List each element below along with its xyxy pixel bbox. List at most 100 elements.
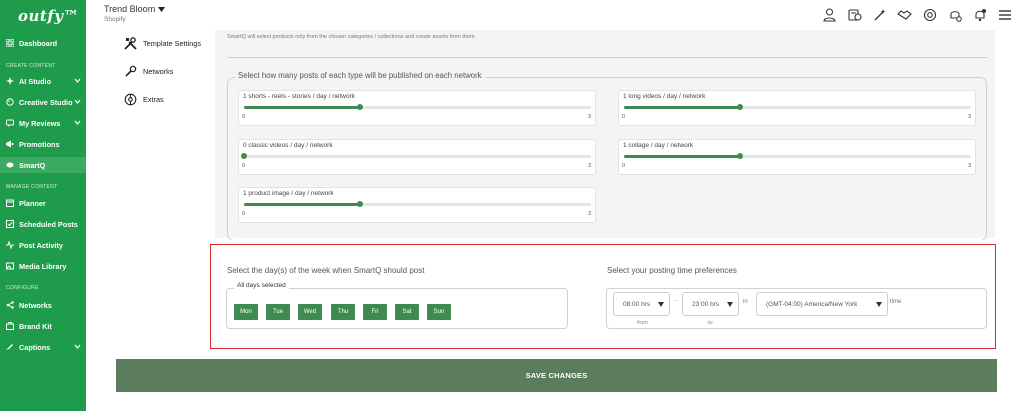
section-label-manage: MANAGE CONTENT <box>6 184 58 190</box>
settings-nav-label: Networks <box>143 66 174 76</box>
handshake-icon[interactable] <box>895 6 914 23</box>
from-caption: from <box>637 320 648 326</box>
sidebar-item-label: Dashboard <box>19 38 58 48</box>
day-button-mon[interactable]: Mon <box>234 304 258 320</box>
sidebar-item-label: Creative Studio <box>19 97 73 107</box>
menu-icon[interactable] <box>995 6 1014 23</box>
promotions-icon <box>6 140 14 148</box>
extras-icon <box>123 92 137 106</box>
store-name[interactable]: Trend Bloom <box>104 4 155 14</box>
wrench-icon <box>123 64 137 78</box>
slider-track[interactable] <box>241 153 591 159</box>
chevron-down-icon <box>74 78 81 83</box>
days-selected-label: All days selected <box>234 282 289 289</box>
sidebar-item-my-reviews[interactable]: My Reviews <box>0 115 86 131</box>
sidebar-item-dashboard[interactable]: Dashboard <box>0 35 86 51</box>
sidebar-item-label: SmartQ <box>19 160 46 170</box>
sidebar-item-creative-studio[interactable]: Creative Studio <box>0 94 86 110</box>
slider-fill <box>624 106 740 109</box>
settings-nav-networks[interactable]: Networks <box>123 64 173 78</box>
chevron-down-icon <box>876 302 882 307</box>
sidebar-item-label: Brand Kit <box>19 321 52 331</box>
sidebar-item-smartq[interactable]: SmartQ <box>0 157 86 173</box>
sidebar-item-label: Post Activity <box>19 240 63 250</box>
timezone-select[interactable]: (GMT-04:00) America/New York <box>756 292 888 316</box>
save-changes-button[interactable]: SAVE CHANGES <box>116 359 997 392</box>
days-title: Select the day(s) of the week when Smart… <box>227 266 425 275</box>
sidebar-item-label: Media Library <box>19 261 67 271</box>
sidebar-item-scheduled-posts[interactable]: Scheduled Posts <box>0 216 86 232</box>
settings-nav-label: Template Settings <box>143 38 202 48</box>
caret-down-icon[interactable] <box>158 7 165 12</box>
day-button-sun[interactable]: Sun <box>427 304 451 320</box>
slider-thumb[interactable] <box>241 153 247 159</box>
support-icon[interactable] <box>920 6 939 23</box>
slider-label: 0 classic videos / day / network <box>243 142 333 149</box>
slider-min: 0 <box>242 211 246 217</box>
in-label: in <box>743 299 748 305</box>
slider-fill <box>624 155 740 158</box>
to-time-select[interactable]: 23:00 hrs <box>682 292 739 316</box>
settings-nav-extras[interactable]: Extras <box>123 92 164 106</box>
slider-track[interactable] <box>244 104 591 110</box>
day-button-sat[interactable]: Sat <box>395 304 419 320</box>
top-bar: Trend Bloom Shopify <box>86 0 1024 30</box>
slider-label: 1 collage / day / network <box>623 142 694 149</box>
posts-per-network-title: Select how many posts of each type will … <box>235 71 485 80</box>
sidebar-item-captions[interactable]: Captions <box>0 339 86 355</box>
chevron-down-icon <box>727 302 733 307</box>
brand-logo[interactable]: outfy™ <box>18 7 79 25</box>
divider <box>227 57 987 58</box>
captions-icon <box>6 343 14 351</box>
time-range-dash: - <box>675 298 677 304</box>
slider-max: 3 <box>967 163 971 169</box>
tools-icon <box>123 36 137 50</box>
ai-studio-icon <box>6 77 14 85</box>
day-button-fri[interactable]: Fri <box>363 304 387 320</box>
day-button-tue[interactable]: Tue <box>266 304 290 320</box>
chevron-down-icon <box>74 344 81 349</box>
sidebar-item-label: Captions <box>19 342 51 352</box>
slider-track[interactable] <box>624 153 971 159</box>
bell-icon[interactable] <box>970 6 989 23</box>
sidebar-item-planner[interactable]: Planner <box>0 195 86 211</box>
scheduled-posts-icon <box>6 220 14 228</box>
sidebar-item-ai-studio[interactable]: AI Studio <box>0 73 86 89</box>
slider-label: 1 long videos / day / network <box>623 93 706 100</box>
day-button-thu[interactable]: Thu <box>331 304 355 320</box>
slider-thumb[interactable] <box>736 153 743 159</box>
user-icon[interactable] <box>820 6 839 23</box>
sidebar-item-label: Planner <box>19 198 46 208</box>
sidebar-item-media-library[interactable]: Media Library <box>0 258 86 274</box>
slider-thumb[interactable] <box>356 104 363 110</box>
categories-note: SmartQ will select products only from th… <box>227 34 475 40</box>
sidebar-item-post-activity[interactable]: Post Activity <box>0 237 86 253</box>
slider-track[interactable] <box>624 104 971 110</box>
slider-fill <box>244 203 360 206</box>
day-button-wed[interactable]: Wed <box>298 304 322 320</box>
slider-track[interactable] <box>244 201 591 207</box>
notification-settings-icon[interactable] <box>945 6 964 23</box>
sidebar-item-networks[interactable]: Networks <box>0 297 86 313</box>
magic-wand-icon[interactable] <box>870 6 889 23</box>
slider-thumb[interactable] <box>356 201 363 207</box>
section-label-create: CREATE CONTENT <box>6 63 56 69</box>
from-time-select[interactable]: 08:00 hrs <box>613 292 670 316</box>
sidebar-item-brand-kit[interactable]: Brand Kit <box>0 318 86 334</box>
sidebar-item-label: Promotions <box>19 139 60 149</box>
time-title: Select your posting time preferences <box>607 266 737 275</box>
section-label-configure: CONFIGURE <box>6 285 39 291</box>
creative-studio-icon <box>6 98 14 106</box>
billing-icon[interactable] <box>845 6 864 23</box>
slider-min: 0 <box>242 114 246 120</box>
sidebar-item-promotions[interactable]: Promotions <box>0 136 86 152</box>
sidebar-item-label: AI Studio <box>19 76 52 86</box>
slider-collage: 1 collage / day / network 0 3 <box>618 139 976 175</box>
chevron-down-icon <box>74 99 81 104</box>
time-label: time <box>890 299 902 305</box>
slider-thumb[interactable] <box>736 104 743 110</box>
to-time-value: 23:00 hrs <box>692 300 720 308</box>
settings-nav-template-settings[interactable]: Template Settings <box>123 36 201 50</box>
footer <box>86 398 1024 411</box>
to-caption: to <box>708 320 713 326</box>
